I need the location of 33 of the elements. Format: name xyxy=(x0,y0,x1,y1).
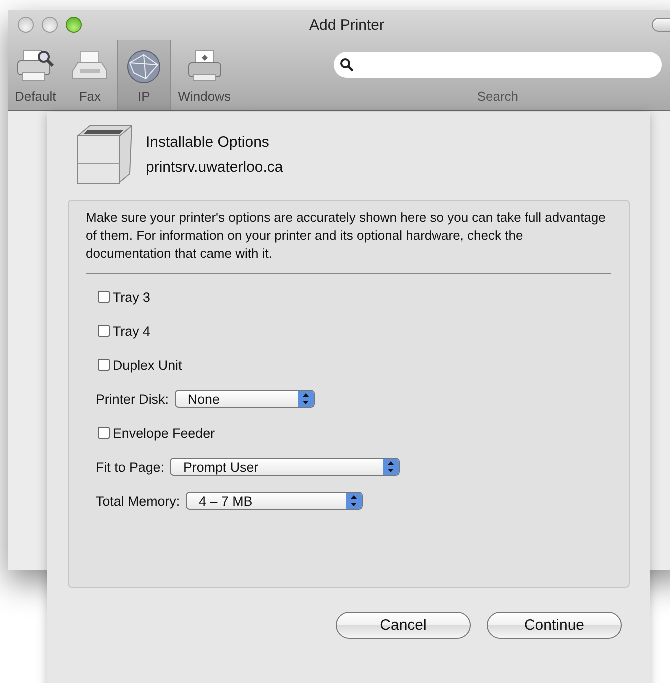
search-field[interactable] xyxy=(334,52,662,78)
option-label: Fit to Page: xyxy=(96,460,164,474)
popup-menu[interactable]: 4 – 7 MB xyxy=(186,492,364,510)
toolbar-item[interactable]: Fax xyxy=(63,40,118,110)
printer-address: printsrv.uwaterloo.ca xyxy=(146,159,284,176)
checkbox[interactable] xyxy=(98,359,110,371)
stepper-arrows-icon xyxy=(346,493,362,509)
sheet-title: Installable Options xyxy=(146,134,270,151)
option-label: Tray 4 xyxy=(113,324,150,338)
option-label: Tray 3 xyxy=(113,290,150,304)
minimize-button[interactable] xyxy=(42,17,58,33)
toolbar-item[interactable]: Default xyxy=(8,40,64,110)
option-label: Total Memory: xyxy=(96,494,180,508)
search-label: Search xyxy=(477,89,519,104)
popup-menu[interactable]: Prompt User xyxy=(170,458,400,476)
stepper-arrows-icon xyxy=(383,459,400,475)
push-button[interactable]: Continue xyxy=(487,612,622,639)
option-label: Envelope Feeder xyxy=(113,426,215,440)
search-icon xyxy=(340,58,354,72)
description-text: Make sure your printer's options are accurately shown here so you can take full advantage of them. For information on your printer and its optional hardware, check the documentation that came with it. xyxy=(86,209,607,263)
toolbar-item[interactable]: IP xyxy=(117,40,172,110)
push-button[interactable]: Cancel xyxy=(336,612,471,639)
close-button[interactable] xyxy=(18,17,34,33)
stepper-arrows-icon xyxy=(298,391,314,407)
option-label: Printer Disk: xyxy=(96,392,169,406)
option-label: Duplex Unit xyxy=(113,358,182,372)
checkbox[interactable] xyxy=(98,325,110,337)
popup-menu[interactable]: None xyxy=(174,390,315,408)
checkbox[interactable] xyxy=(98,427,110,439)
window-title: Add Printer xyxy=(309,16,385,34)
zoom-button[interactable] xyxy=(66,17,82,33)
toolbar-item[interactable]: Windows xyxy=(171,40,238,110)
checkbox[interactable] xyxy=(98,291,110,303)
